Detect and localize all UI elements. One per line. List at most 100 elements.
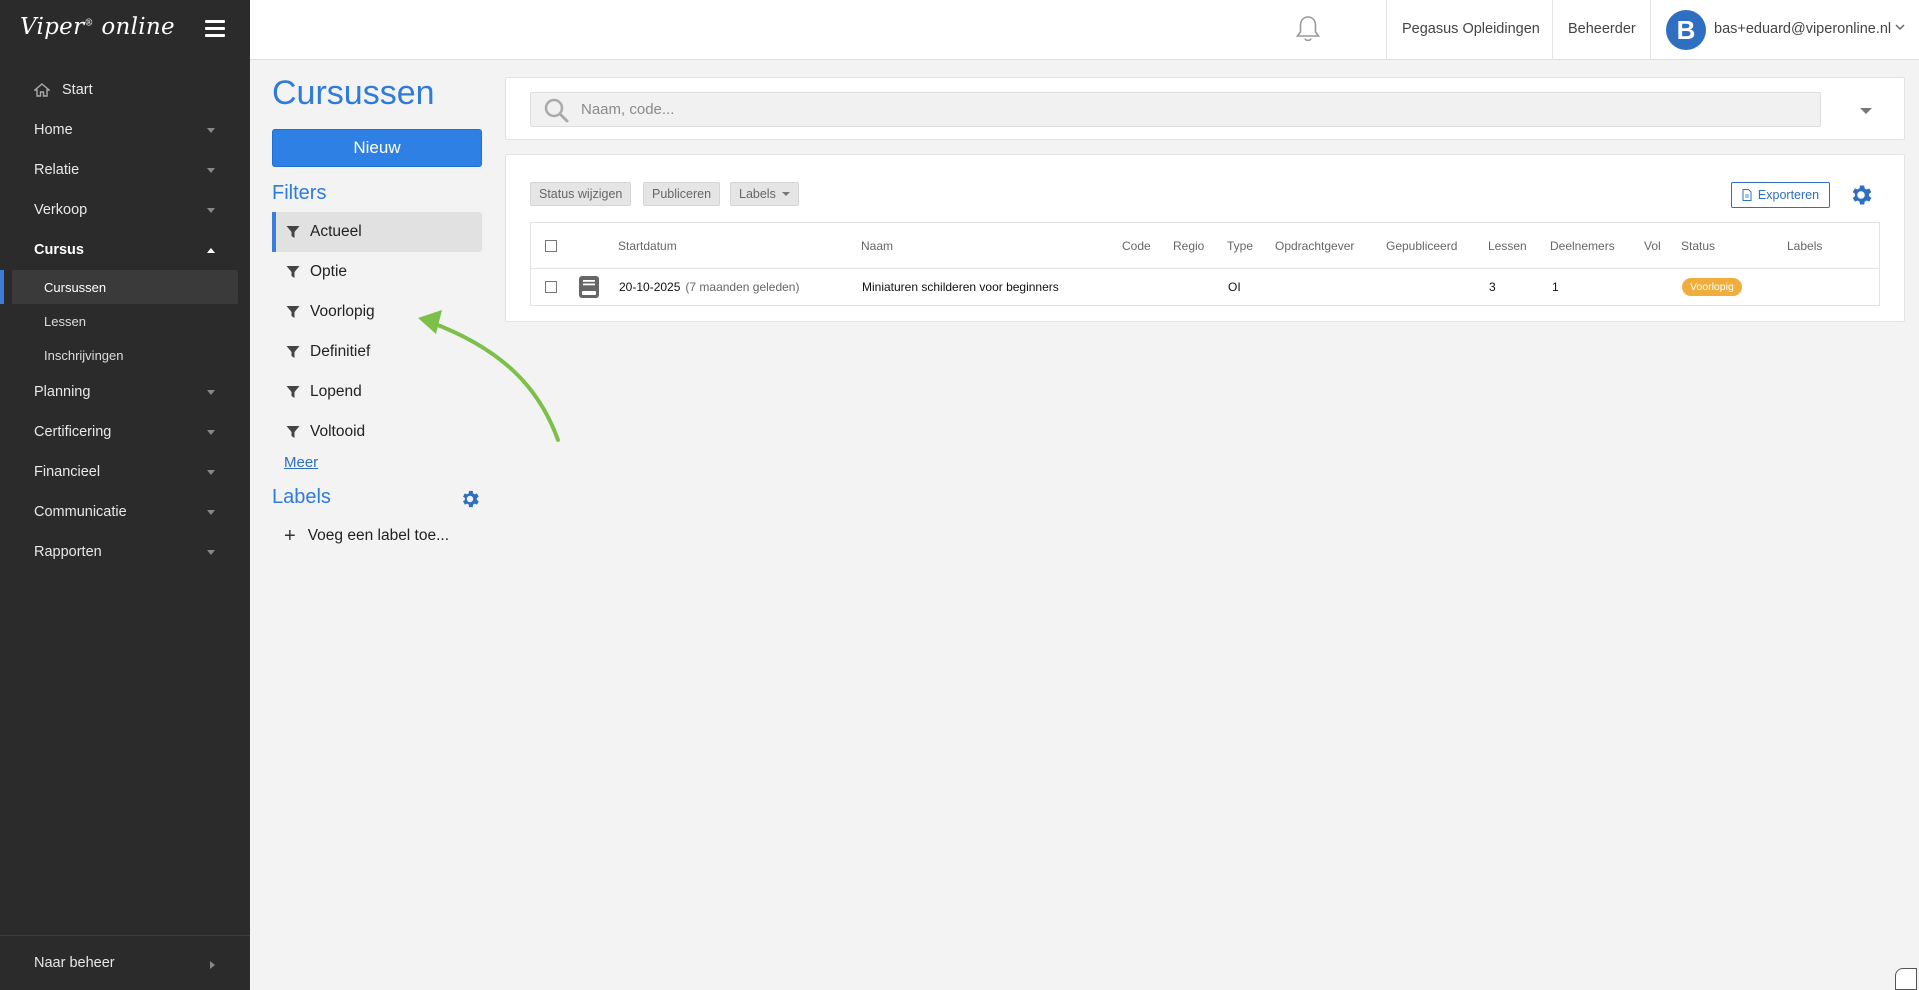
document-icon [1742, 189, 1752, 201]
column-header-opdrachtgever[interactable]: Opdrachtgever [1275, 223, 1354, 268]
start-date-relative: (7 maanden geleden) [685, 280, 800, 294]
courses-table: Startdatum Naam Code Regio Type Opdracht… [530, 222, 1880, 306]
add-label-text: Voeg een label toe... [307, 527, 450, 544]
cell-naam[interactable]: Miniaturen schilderen voor beginners [862, 269, 1059, 305]
filter-item-label: Lopend [310, 383, 362, 400]
column-header-labels[interactable]: Labels [1787, 223, 1822, 268]
sidebar-item-start[interactable]: Start [0, 70, 250, 110]
filter-item-label: Voorlopig [310, 303, 375, 320]
sidebar-item-label: Start [62, 82, 93, 98]
top-bar: Pegasus Opleidingen Beheerder B bas+edua… [250, 0, 1919, 60]
filter-item-label: Actueel [310, 223, 362, 240]
sidebar-item-verkoop[interactable]: Verkoop [0, 190, 250, 230]
sidebar-item-home[interactable]: Home [0, 110, 250, 150]
divider [1386, 0, 1387, 60]
sidebar-footer-label: Naar beheer [34, 955, 115, 971]
column-header-startdatum[interactable]: Startdatum [618, 223, 677, 268]
button-label: Exporteren [1757, 188, 1820, 202]
gear-icon[interactable] [459, 488, 481, 510]
labels-dropdown-button[interactable]: Labels [730, 182, 799, 206]
publish-button[interactable]: Publiceren [643, 182, 721, 206]
column-header-status[interactable]: Status [1681, 223, 1715, 268]
cell-type: OI [1228, 280, 1241, 294]
column-header-vol[interactable]: Vol [1644, 223, 1661, 268]
app-logo[interactable]: Viper® online [20, 14, 175, 40]
filter-item-actueel[interactable]: Actueel [272, 212, 482, 252]
gear-icon[interactable] [1848, 182, 1874, 208]
filter-icon [286, 346, 300, 358]
course-book-icon-cell [578, 269, 600, 305]
cell-deelnemers: 1 [1552, 280, 1559, 294]
column-header-lessen[interactable]: Lessen [1488, 223, 1527, 268]
annotation-arrow [418, 310, 560, 442]
sidebar-item-cursus[interactable]: Cursus [0, 230, 250, 270]
organization-link[interactable]: Pegasus Opleidingen [1402, 21, 1540, 37]
column-header-naam[interactable]: Naam [861, 223, 893, 268]
cell-lessen: 3 [1489, 280, 1496, 294]
book-icon [579, 276, 599, 298]
hamburger-menu-icon[interactable] [205, 20, 225, 38]
sidebar-item-planning[interactable]: Planning [0, 372, 250, 412]
column-header-regio[interactable]: Regio [1173, 223, 1204, 268]
search-input[interactable] [581, 101, 1781, 118]
sidebar-item-naar-beheer[interactable]: Naar beheer [0, 935, 250, 990]
user-email[interactable]: bas+eduard@viperonline.nl [1714, 21, 1891, 37]
plus-icon: + [284, 525, 296, 547]
filter-icon [286, 386, 300, 398]
search-icon [544, 98, 569, 122]
sidebar-item-financieel[interactable]: Financieel [0, 452, 250, 492]
sidebar-item-label: Certificering [34, 424, 112, 440]
button-label: Publiceren [652, 187, 712, 201]
start-date: 20-10-2025 [619, 280, 681, 294]
logo-suffix: online [93, 14, 175, 40]
search-card [505, 77, 1905, 140]
caret-up-icon [207, 248, 215, 253]
sidebar-item-label: Relatie [34, 162, 80, 178]
page-title: Cursussen [272, 74, 435, 112]
divider [1650, 0, 1651, 60]
filter-item-label: Voltooid [310, 423, 366, 440]
column-header-code[interactable]: Code [1122, 223, 1151, 268]
change-status-button[interactable]: Status wijzigen [530, 182, 632, 206]
sidebar-subitem-lessen[interactable]: Lessen [0, 304, 250, 338]
status-badge: Voorlopig [1682, 278, 1742, 296]
chevron-down-icon[interactable] [1895, 22, 1905, 32]
add-label-button[interactable]: + Voeg een label toe... [284, 526, 449, 546]
new-course-button[interactable]: Nieuw [272, 129, 482, 167]
filter-item-optie[interactable]: Optie [272, 252, 482, 292]
role-link[interactable]: Beheerder [1568, 21, 1636, 37]
search-box[interactable] [530, 92, 1821, 127]
column-header-gepubliceerd[interactable]: Gepubliceerd [1386, 223, 1457, 268]
chevron-right-icon [210, 961, 215, 969]
caret-down-icon[interactable] [1860, 108, 1872, 114]
sidebar-subitem-inschrijvingen[interactable]: Inschrijvingen [0, 338, 250, 372]
caret-down-icon [207, 430, 215, 435]
sidebar-subitem-cursussen[interactable]: Cursussen [0, 270, 238, 304]
caret-down-icon [207, 470, 215, 475]
filter-icon [286, 266, 300, 278]
resize-handle-icon[interactable] [1895, 968, 1917, 990]
export-button[interactable]: Exporteren [1731, 182, 1830, 208]
caret-down-icon [207, 128, 215, 133]
sidebar-item-label: Cursus [34, 242, 84, 258]
row-checkbox[interactable] [545, 281, 557, 293]
caret-down-icon [207, 510, 215, 515]
sidebar-item-rapporten[interactable]: Rapporten [0, 532, 250, 572]
bell-icon[interactable] [1294, 14, 1322, 44]
select-all-checkbox-cell[interactable] [545, 223, 557, 268]
table-card: Status wijzigen Publiceren Labels Export… [505, 154, 1905, 322]
row-checkbox-cell[interactable] [545, 269, 557, 305]
avatar[interactable]: B [1666, 10, 1706, 50]
more-filters-link[interactable]: Meer [284, 454, 318, 471]
sidebar-item-communicatie[interactable]: Communicatie [0, 492, 250, 532]
sidebar-item-label: Verkoop [34, 202, 88, 218]
select-all-checkbox[interactable] [545, 239, 557, 252]
cell-startdatum: 20-10-2025 (7 maanden geleden) [619, 269, 799, 305]
sidebar-item-relatie[interactable]: Relatie [0, 150, 250, 190]
column-header-deelnemers[interactable]: Deelnemers [1550, 223, 1615, 268]
sidebar-item-label: Financieel [34, 464, 101, 480]
sidebar-item-certificering[interactable]: Certificering [0, 412, 250, 452]
table-row[interactable]: 20-10-2025 (7 maanden geleden) Miniature… [531, 269, 1879, 305]
divider [1552, 0, 1553, 60]
column-header-type[interactable]: Type [1227, 223, 1253, 268]
